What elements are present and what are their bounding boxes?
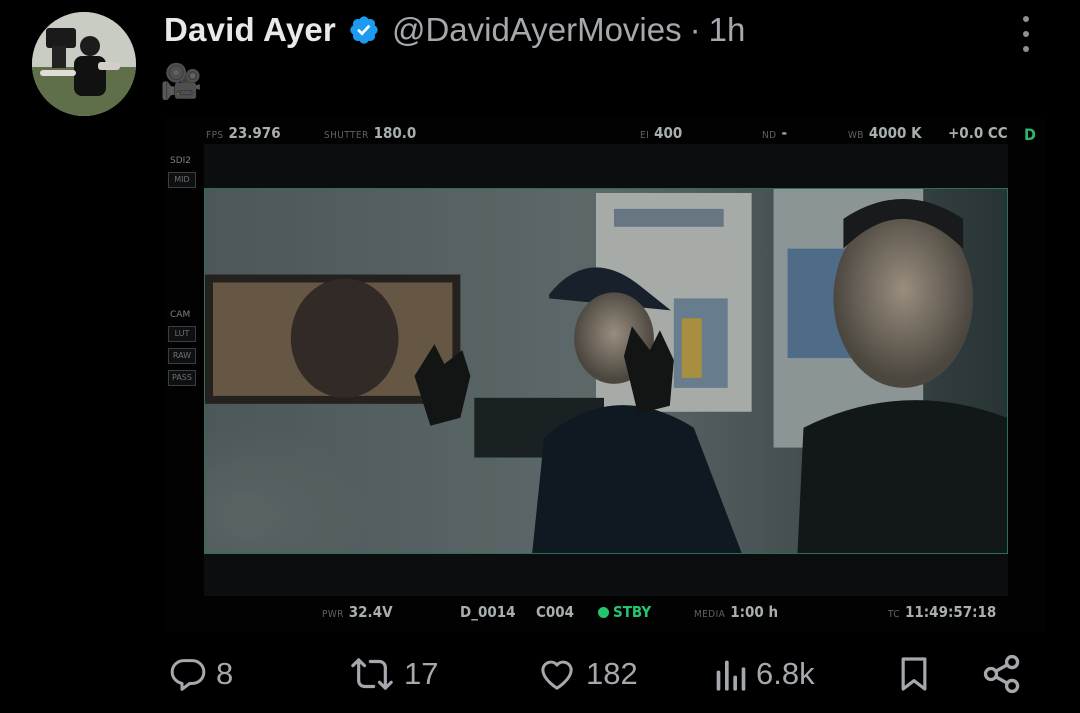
media-label: MEDIA xyxy=(694,609,726,620)
wb-label: WB xyxy=(848,130,864,141)
status-dot-icon xyxy=(598,607,609,618)
media-value: 1:00 h xyxy=(730,603,779,621)
repost-button[interactable]: 17 xyxy=(348,648,438,700)
repost-count: 17 xyxy=(404,656,439,691)
tint-value: +0.0 CC xyxy=(948,124,1008,142)
tweet-timestamp[interactable]: 1h xyxy=(709,11,746,49)
wb-value: 4000 K xyxy=(868,124,922,142)
sdi-box: MID xyxy=(168,172,196,188)
tweet-action-bar: 8 17 182 6.8k xyxy=(0,648,1080,700)
bookmark-button[interactable] xyxy=(894,648,934,700)
share-button[interactable] xyxy=(980,648,1024,700)
author-display-name[interactable]: David Ayer xyxy=(164,11,336,49)
cam-label: CAM xyxy=(170,310,191,320)
shutter-label: SHUTTER xyxy=(324,130,369,141)
tweet-text: 🎥 xyxy=(160,63,203,101)
scene-illustration xyxy=(205,189,1007,553)
clip-value: D_0014 xyxy=(460,603,516,621)
cam-box-raw: RAW xyxy=(168,348,196,364)
author-handle[interactable]: @DavidAyerMovies xyxy=(392,11,682,49)
avatar-photo xyxy=(32,12,136,116)
shutter-value: 180.0 xyxy=(373,124,417,142)
tc-value: 11:49:57:18 xyxy=(905,603,997,621)
repost-icon xyxy=(351,658,393,690)
views-icon xyxy=(716,660,746,691)
views-button[interactable]: 6.8k xyxy=(712,648,815,700)
bookmark-icon xyxy=(901,657,927,691)
cam-box-pass: PASS xyxy=(168,370,196,386)
d-indicator: D xyxy=(1024,125,1036,144)
tweet-header: David Ayer @DavidAyerMovies · 1h xyxy=(164,8,745,52)
pwr-label: PWR xyxy=(322,609,344,620)
reply-button[interactable]: 8 xyxy=(168,648,233,700)
cam-box-lut: LUT xyxy=(168,326,196,342)
like-button[interactable]: 182 xyxy=(536,648,638,700)
verified-badge-icon[interactable] xyxy=(348,14,380,46)
tweet-media-image[interactable]: FPS 23.976 SHUTTER 180.0 EI 400 ND - WB 4000 … xyxy=(164,118,1046,632)
ei-label: EI xyxy=(640,130,650,141)
fps-value: 23.976 xyxy=(228,124,281,142)
more-vertical-icon[interactable] xyxy=(1014,16,1038,52)
ei-value: 400 xyxy=(654,124,683,142)
sdi-label: SDI2 xyxy=(170,156,192,166)
nd-label: ND xyxy=(762,130,777,141)
cam-value: C004 xyxy=(536,603,575,621)
header-separator: · xyxy=(689,11,701,48)
like-count: 182 xyxy=(586,656,638,691)
fps-label: FPS xyxy=(206,130,224,141)
tc-label: TC xyxy=(888,609,900,620)
author-avatar[interactable] xyxy=(32,12,136,116)
status-value: STBY xyxy=(613,603,652,621)
share-icon xyxy=(983,654,1020,694)
views-count: 6.8k xyxy=(756,656,815,691)
viewfinder-frame xyxy=(204,188,1008,554)
pwr-value: 32.4V xyxy=(348,603,393,621)
like-icon xyxy=(541,660,573,690)
reply-count: 8 xyxy=(216,656,234,691)
nd-value: - xyxy=(781,124,788,142)
reply-icon xyxy=(170,659,206,691)
